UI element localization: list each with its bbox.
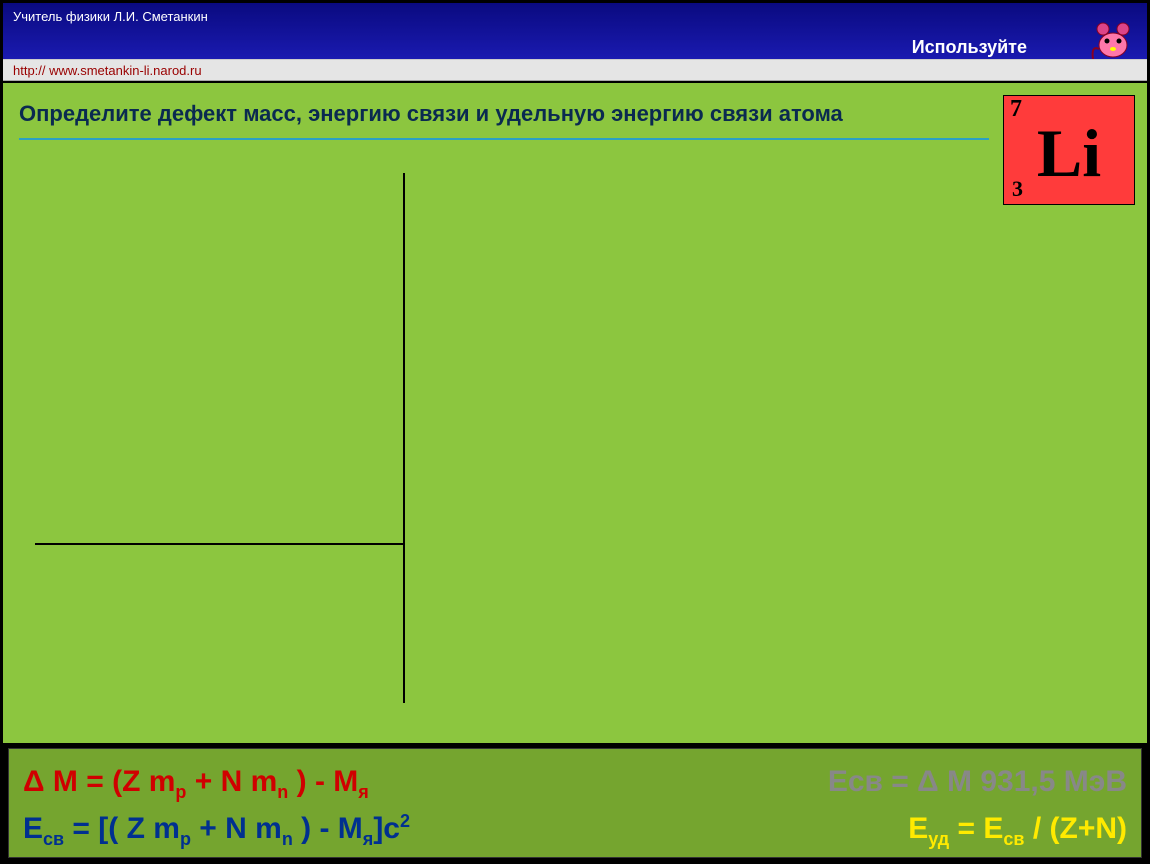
main-slide-area: Определите дефект масс, энергию связи и … (3, 83, 1147, 743)
mascot-mouse-icon (1089, 21, 1137, 61)
source-link[interactable]: http:// www.smetankin-li.narod.ru (3, 63, 202, 78)
link-bar: http:// www.smetankin-li.narod.ru (3, 59, 1147, 81)
element-atomic-number: 3 (1012, 176, 1023, 202)
formula-esv-mev: Eсв = Δ M 931,5 МэВ (828, 759, 1127, 804)
element-box-li: 7 Li 3 (1003, 95, 1135, 205)
formula-eud: Eуд = Eсв / (Z+N) (908, 806, 1127, 853)
element-symbol: Li (1004, 114, 1134, 193)
header-bar: Учитель физики Л.И. Сметанкин Используйт… (3, 3, 1147, 59)
vertical-divider (403, 173, 405, 703)
teacher-label: Учитель физики Л.И. Сметанкин (3, 3, 1147, 30)
formula-esv-c2: Eсв = [( Z mp + N mn ) - Mя]c2 (23, 806, 410, 853)
horizontal-divider (35, 543, 405, 545)
hint-label: Используйте (912, 37, 1027, 58)
task-text: Определите дефект масс, энергию связи и … (3, 83, 1147, 137)
formula-footer: Δ M = (Z mp + N mn ) - Mя Eсв = Δ M 931,… (8, 748, 1142, 858)
formula-delta-m: Δ M = (Z mp + N mn ) - Mя (23, 759, 369, 806)
title-underline (19, 138, 989, 140)
